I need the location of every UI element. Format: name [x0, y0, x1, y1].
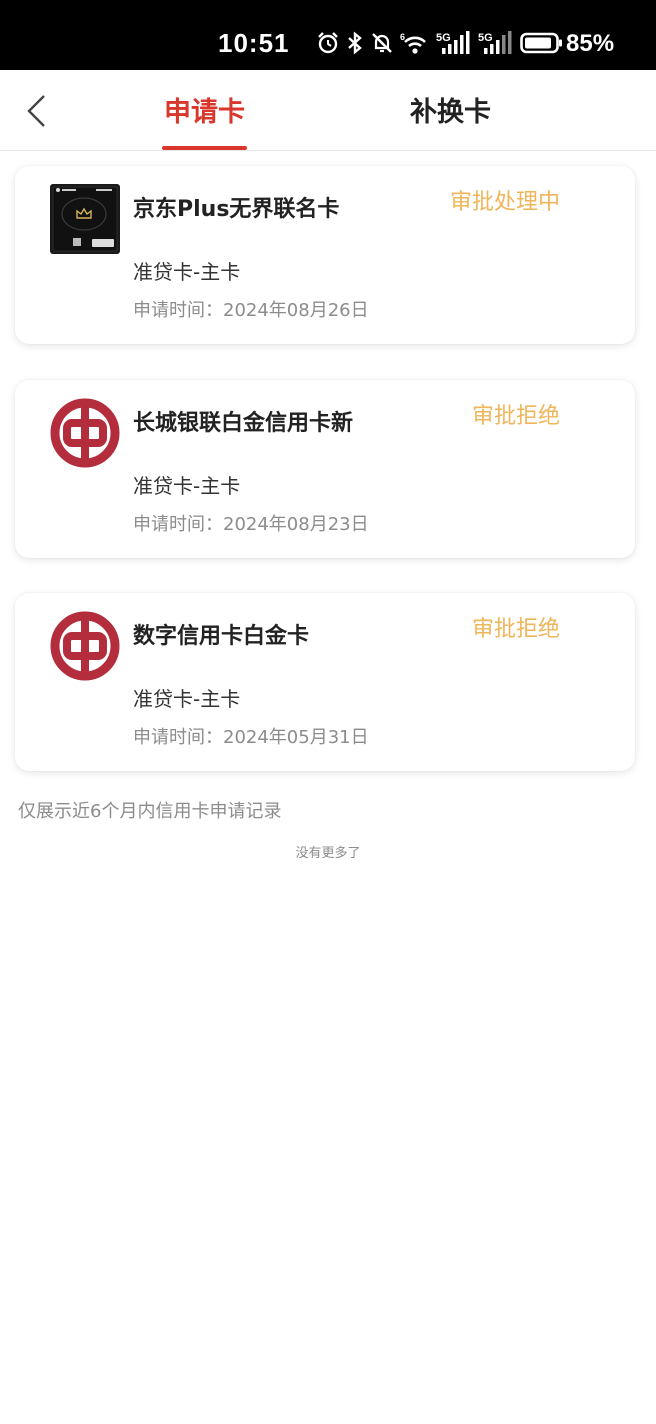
svg-text:5G: 5G	[478, 32, 493, 44]
credit-card-image	[50, 184, 120, 254]
apply-date: 申请时间：2024年05月31日	[133, 727, 369, 748]
bank-of-china-logo-icon	[50, 611, 120, 681]
application-card[interactable]: 京东Plus无界联名卡 审批处理中 准贷卡-主卡 申请时间：2024年08月26…	[15, 166, 635, 344]
status-bar: 10:51 6 5G 5G 85%	[0, 0, 656, 70]
svg-text:5G: 5G	[436, 32, 451, 44]
status-badge: 审批拒绝	[471, 404, 560, 429]
status-time: 10:51	[218, 28, 290, 58]
signal-5g-icon: 5G	[478, 31, 512, 54]
apply-date: 申请时间：2024年08月23日	[133, 514, 369, 535]
application-card[interactable]: 长城银联白金信用卡新 审批拒绝 准贷卡-主卡 申请时间：2024年08月23日	[15, 380, 635, 558]
status-badge: 审批处理中	[449, 190, 560, 215]
card-name: 数字信用卡白金卡	[133, 624, 310, 649]
apply-date: 申请时间：2024年08月26日	[133, 300, 369, 321]
records-note: 仅展示近6个月内信用卡申请记录	[18, 801, 282, 822]
bank-of-china-logo-icon	[50, 398, 120, 468]
application-card[interactable]: 数字信用卡白金卡 审批拒绝 准贷卡-主卡 申请时间：2024年05月31日	[15, 593, 635, 771]
tab-apply-card[interactable]: 申请卡	[164, 90, 245, 129]
mute-icon	[372, 33, 392, 53]
alarm-icon	[318, 32, 338, 54]
card-type: 准贷卡-主卡	[133, 474, 241, 498]
wifi-icon: 6	[400, 32, 426, 54]
svg-text:6: 6	[400, 32, 405, 42]
status-badge: 审批拒绝	[471, 617, 560, 642]
active-tab-indicator	[162, 146, 247, 150]
tab-replace-card[interactable]: 补换卡	[410, 90, 491, 129]
card-name: 京东Plus无界联名卡	[133, 197, 340, 222]
battery-percent: 85%	[566, 30, 615, 57]
card-type: 准贷卡-主卡	[133, 687, 241, 711]
top-nav: 申请卡 补换卡	[0, 70, 656, 151]
no-more-text: 没有更多了	[295, 846, 361, 861]
back-arrow-icon[interactable]	[24, 94, 52, 128]
signal-5g-icon: 5G	[436, 31, 470, 54]
battery-icon	[520, 32, 562, 54]
bluetooth-icon	[348, 31, 362, 55]
card-name: 长城银联白金信用卡新	[133, 411, 354, 436]
card-type: 准贷卡-主卡	[133, 260, 241, 284]
